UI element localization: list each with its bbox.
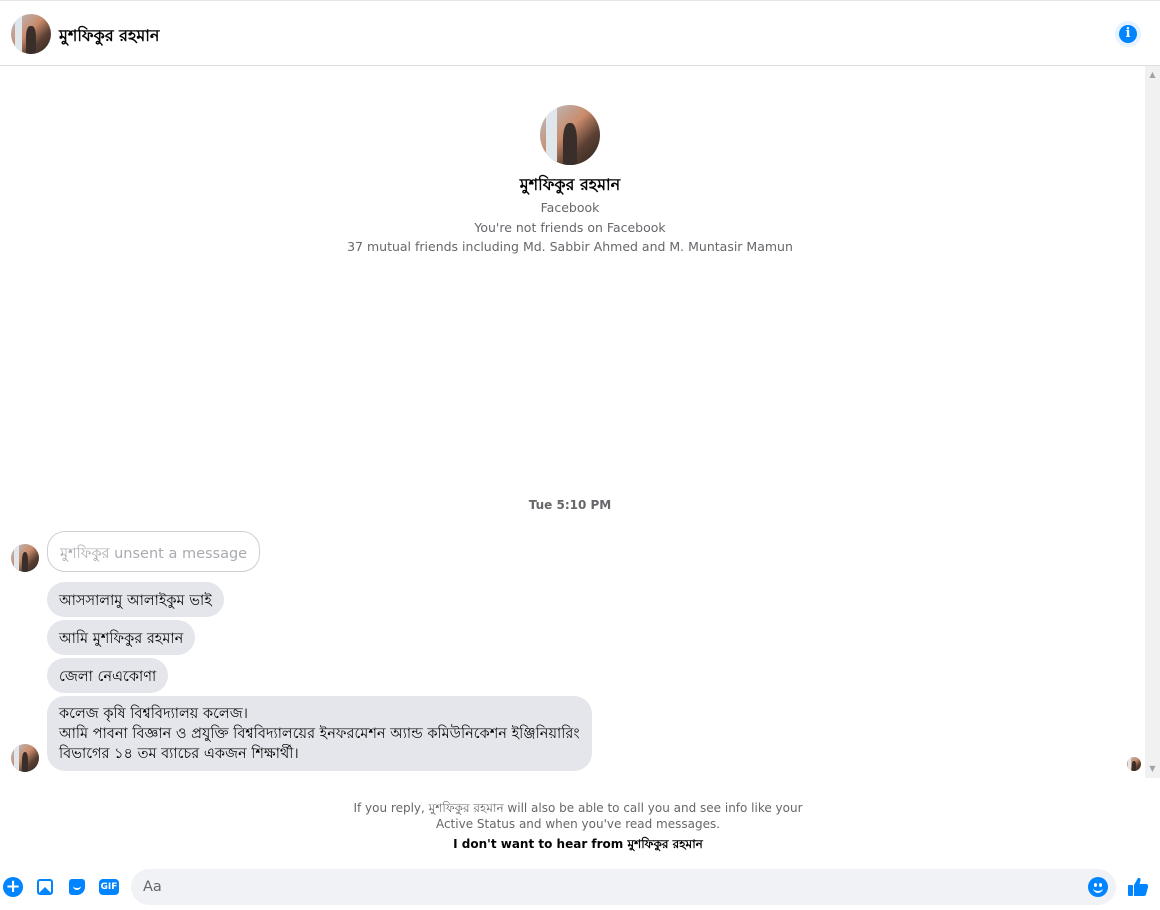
seen-indicator-avatar bbox=[1127, 757, 1141, 771]
emoji-mouth bbox=[1093, 887, 1103, 893]
message-bubble-multiline[interactable]: কলেজ কৃষি বিশ্ববিদ্যালয় কলেজ। আমি পাবনা… bbox=[47, 696, 592, 771]
intro-mutual-friends: 37 mutual friends including Md. Sabbir A… bbox=[347, 239, 793, 254]
like-icon[interactable] bbox=[1126, 875, 1150, 899]
message-line: কলেজ কৃষি বিশ্ববিদ্যালয় কলেজ। bbox=[59, 706, 248, 722]
scroll-down-arrow-icon[interactable]: ▼ bbox=[1145, 762, 1160, 776]
sender-avatar[interactable] bbox=[11, 544, 39, 572]
message-bubble[interactable]: আসসালামু আলাইকুম ভাই bbox=[47, 582, 224, 617]
conversation-info-button[interactable]: i bbox=[1115, 21, 1141, 47]
message-timestamp: Tue 5:10 PM bbox=[528, 498, 612, 512]
sender-avatar[interactable] bbox=[11, 744, 39, 772]
photo-mountain bbox=[39, 887, 51, 893]
intro-avatar[interactable] bbox=[540, 105, 600, 165]
contact-name[interactable]: মুশফিকুর রহমান bbox=[59, 23, 159, 50]
emoji-icon[interactable] bbox=[1088, 877, 1108, 897]
contact-avatar[interactable] bbox=[11, 14, 51, 54]
conversation-header: মুশফিকুর রহমান i bbox=[0, 0, 1160, 66]
intro-name: মুশফিকুর রহমান bbox=[519, 175, 621, 194]
thumbs-up-svg bbox=[1128, 877, 1149, 896]
plus-icon[interactable]: + bbox=[3, 877, 23, 897]
intro-friend-status: You're not friends on Facebook bbox=[474, 220, 666, 235]
ignore-sender-link[interactable]: I don't want to hear from মুশফিকুর রহমান bbox=[0, 836, 1156, 856]
gif-badge: GIF bbox=[99, 879, 119, 895]
unsent-message-notice: মুশফিকুর unsent a message bbox=[47, 531, 261, 572]
reply-privacy-note: If you reply, মুশফিকুর রহমান will also b… bbox=[0, 800, 1156, 832]
sticker-icon[interactable] bbox=[67, 877, 87, 897]
scroll-up-arrow-icon[interactable]: ▲ bbox=[1145, 68, 1160, 82]
messenger-conversation: মুশফিকুর রহমান i ▲ ▼ মুশফিকুর রহমান Face… bbox=[0, 0, 1160, 910]
reply-note-line: If you reply, মুশফিকুর রহমান will also b… bbox=[353, 801, 803, 815]
message-input[interactable] bbox=[131, 869, 1116, 905]
gif-icon[interactable]: GIF bbox=[98, 877, 120, 897]
intro-platform: Facebook bbox=[540, 200, 600, 215]
message-bubble[interactable]: জেলা নেএকোণা bbox=[47, 658, 169, 693]
message-line: আমি পাবনা বিজ্ঞান ও প্রযুক্তি বিশ্ববিদ্য… bbox=[59, 726, 580, 742]
message-scrollbar[interactable]: ▲ ▼ bbox=[1145, 66, 1160, 778]
message-line: বিভাগের ১৪ তম ব্যাচের একজন শিক্ষার্থী। bbox=[59, 746, 299, 762]
message-bubble[interactable]: আমি মুশফিকুর রহমান bbox=[47, 620, 196, 655]
photo-icon[interactable] bbox=[35, 877, 55, 897]
reply-note-line: Active Status and when you've read messa… bbox=[435, 817, 721, 831]
info-icon: i bbox=[1119, 25, 1137, 43]
